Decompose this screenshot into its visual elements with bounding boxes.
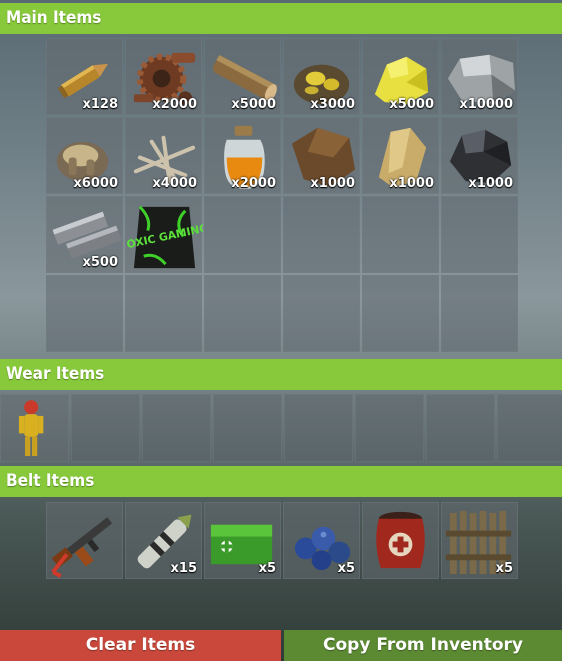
item-amount: x500 (82, 255, 118, 270)
main-slot-wood[interactable]: x5000 (204, 38, 281, 115)
belt-slot-assault-rifle[interactable] (46, 502, 123, 579)
main-slot-empty[interactable] (125, 275, 202, 352)
belt-slot-blueberries[interactable]: x5 (283, 502, 360, 579)
belt-items-title: Belt Items (6, 471, 95, 491)
item-amount: x1000 (310, 176, 355, 191)
belt-items-header: Belt Items (0, 466, 562, 497)
main-slot-animal-fat[interactable]: x6000 (46, 117, 123, 194)
main-slot-empty[interactable] (283, 196, 360, 273)
wear-slot-empty[interactable] (142, 394, 211, 462)
item-amount: x1000 (389, 176, 434, 191)
main-slot-stones[interactable]: x10000 (441, 38, 518, 115)
hazmat-suit-icon (18, 400, 44, 457)
main-slot-empty[interactable] (283, 275, 360, 352)
item-amount: x15 (170, 561, 197, 576)
main-items-header: Main Items (0, 3, 562, 34)
item-amount: x5 (337, 561, 355, 576)
main-slot-toxic-gaming-bag[interactable]: TOXIC GAMING (125, 196, 203, 273)
barrel-icon (376, 511, 425, 569)
main-slot-low-grade-fuel[interactable]: x2000 (204, 117, 281, 194)
wear-items-header: Wear Items (0, 359, 562, 390)
main-slot-sulfur-ore[interactable]: x3000 (283, 38, 360, 115)
item-amount: x3000 (310, 97, 355, 112)
main-slot-empty[interactable] (46, 275, 123, 352)
main-slot-sulfur[interactable]: x5000 (362, 38, 439, 115)
main-slot-empty[interactable] (362, 196, 439, 273)
clear-items-button[interactable]: Clear Items (0, 630, 281, 661)
wear-slot-empty[interactable] (284, 394, 353, 462)
belt-slot-rocket[interactable]: x15 (125, 502, 202, 579)
main-slot-charcoal[interactable]: x1000 (441, 117, 518, 194)
copy-from-inventory-button[interactable]: Copy From Inventory (284, 630, 562, 661)
belt-slot-explosive-barrel[interactable] (362, 502, 439, 579)
item-amount: x5 (258, 561, 276, 576)
wear-slot-empty[interactable] (426, 394, 495, 462)
item-amount: x2000 (231, 176, 276, 191)
wear-slot-hazmat-suit[interactable] (0, 394, 69, 462)
main-slot-empty[interactable] (204, 196, 281, 273)
item-amount: x5000 (389, 97, 434, 112)
main-slot-empty[interactable] (441, 275, 518, 352)
main-slot-metal-fragments[interactable]: x2000 (125, 38, 202, 115)
main-slot-empty[interactable] (204, 275, 281, 352)
main-slot-empty[interactable] (441, 196, 518, 273)
toxic-bag-icon: TOXIC GAMING (126, 205, 203, 269)
main-slot-cloth[interactable]: x1000 (362, 117, 439, 194)
main-slot-empty[interactable] (362, 275, 439, 352)
main-slot-bone-fragments[interactable]: x4000 (125, 117, 202, 194)
item-amount: x6000 (73, 176, 118, 191)
main-slot-metal-bars[interactable]: x500 (46, 196, 123, 273)
belt-slot-wooden-barricade[interactable]: x5 (441, 502, 518, 579)
rifle-icon (51, 517, 113, 578)
item-amount: x1000 (468, 176, 513, 191)
item-amount: x5000 (231, 97, 276, 112)
main-slot-leather[interactable]: x1000 (283, 117, 360, 194)
item-amount: x5 (495, 561, 513, 576)
item-amount: x128 (82, 97, 118, 112)
belt-slot-medkit[interactable]: x5 (204, 502, 281, 579)
wear-items-title: Wear Items (6, 364, 105, 384)
wear-slot-empty[interactable] (497, 394, 562, 462)
wear-slot-empty[interactable] (355, 394, 424, 462)
item-amount: x10000 (459, 97, 513, 112)
main-slot-rifle-ammo[interactable]: x128 (46, 38, 123, 115)
item-amount: x2000 (152, 97, 197, 112)
main-items-title: Main Items (6, 8, 102, 28)
wear-slot-empty[interactable] (71, 394, 140, 462)
wear-slot-empty[interactable] (213, 394, 282, 462)
item-amount: x4000 (152, 176, 197, 191)
